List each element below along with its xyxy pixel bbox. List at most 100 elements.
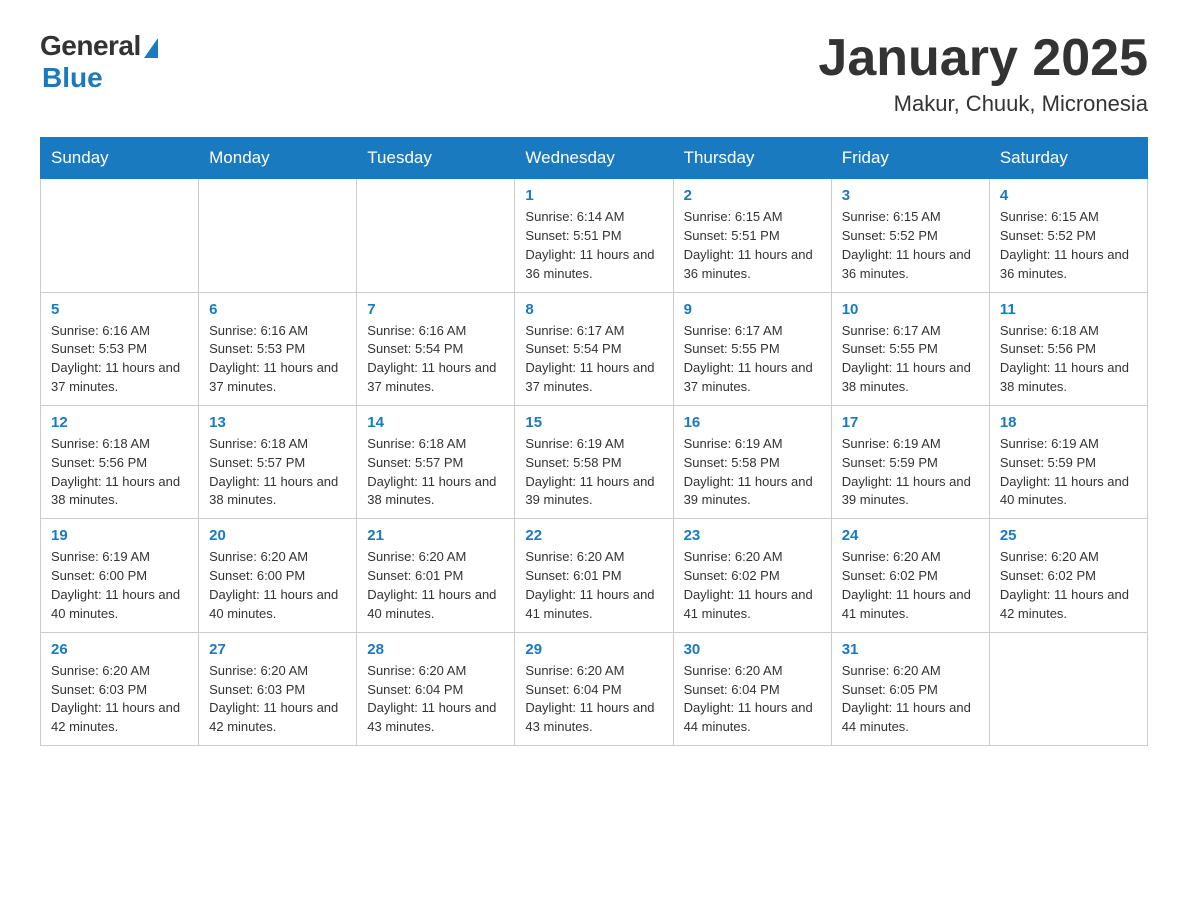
day-info: Sunrise: 6:20 AM Sunset: 6:03 PM Dayligh… [51, 662, 188, 737]
day-info: Sunrise: 6:16 AM Sunset: 5:54 PM Dayligh… [367, 322, 504, 397]
title-section: January 2025 Makur, Chuuk, Micronesia [818, 30, 1148, 117]
day-info: Sunrise: 6:20 AM Sunset: 6:02 PM Dayligh… [684, 548, 821, 623]
calendar-header-wednesday: Wednesday [515, 138, 673, 179]
calendar-cell: 1Sunrise: 6:14 AM Sunset: 5:51 PM Daylig… [515, 179, 673, 292]
day-number: 26 [51, 641, 188, 658]
day-number: 1 [525, 187, 662, 204]
day-number: 14 [367, 414, 504, 431]
calendar-cell: 17Sunrise: 6:19 AM Sunset: 5:59 PM Dayli… [831, 405, 989, 518]
calendar-cell: 16 Sunrise: 6:19 AM Sunset: 5:58 PM Dayli… [673, 405, 831, 518]
day-info: Sunrise: 6:20 AM Sunset: 6:00 PM Dayligh… [209, 548, 346, 623]
day-info: Sunrise: 6:17 AM Sunset: 5:54 PM Dayligh… [525, 322, 662, 397]
calendar-header-sunday: Sunday [41, 138, 199, 179]
day-info: Sunrise: 6:16 AM Sunset: 5:53 PM Dayligh… [51, 322, 188, 397]
day-number: 19 [51, 527, 188, 544]
day-info: Sunrise: 6:20 AM Sunset: 6:04 PM Dayligh… [525, 662, 662, 737]
calendar-cell: 21 Sunrise: 6:20 AM Sunset: 6:01 PM Dayli… [357, 519, 515, 632]
day-info: Sunrise: 6:17 AM Sunset: 5:55 PM Dayligh… [684, 322, 821, 397]
day-info: Sunrise: 6:18 AM Sunset: 5:57 PM Dayligh… [209, 435, 346, 510]
day-info: Sunrise: 6:15 AM Sunset: 5:51 PM Dayligh… [684, 208, 821, 283]
day-info: Sunrise: 6:20 AM Sunset: 6:05 PM Dayligh… [842, 662, 979, 737]
calendar-cell: 6Sunrise: 6:16 AM Sunset: 5:53 PM Daylig… [199, 292, 357, 405]
day-number: 11 [1000, 301, 1137, 318]
day-info: Sunrise: 6:18 AM Sunset: 5:56 PM Dayligh… [1000, 322, 1137, 397]
day-number: 4 [1000, 187, 1137, 204]
logo: General Blue [40, 30, 158, 94]
calendar-week-1: 1Sunrise: 6:14 AM Sunset: 5:51 PM Daylig… [41, 179, 1148, 292]
calendar-cell [357, 179, 515, 292]
logo-general-text: General [40, 30, 141, 62]
calendar-cell [41, 179, 199, 292]
day-info: Sunrise: 6:19 AM Sunset: 5:58 PM Dayligh… [525, 435, 662, 510]
calendar-header-monday: Monday [199, 138, 357, 179]
calendar-cell [199, 179, 357, 292]
calendar-header-saturday: Saturday [989, 138, 1147, 179]
day-info: Sunrise: 6:19 AM Sunset: 5:58 PM Dayligh… [684, 435, 821, 510]
calendar-cell: 24Sunrise: 6:20 AM Sunset: 6:02 PM Dayli… [831, 519, 989, 632]
calendar-cell: 11 Sunrise: 6:18 AM Sunset: 5:56 PM Dayli… [989, 292, 1147, 405]
day-number: 9 [684, 301, 821, 318]
logo-triangle-icon [144, 38, 158, 58]
calendar-table: SundayMondayTuesdayWednesdayThursdayFrid… [40, 137, 1148, 746]
day-number: 13 [209, 414, 346, 431]
calendar-header-tuesday: Tuesday [357, 138, 515, 179]
calendar-cell: 30 Sunrise: 6:20 AM Sunset: 6:04 PM Dayli… [673, 632, 831, 745]
calendar-cell: 7Sunrise: 6:16 AM Sunset: 5:54 PM Daylig… [357, 292, 515, 405]
day-number: 24 [842, 527, 979, 544]
calendar-cell: 13 Sunrise: 6:18 AM Sunset: 5:57 PM Dayli… [199, 405, 357, 518]
day-info: Sunrise: 6:20 AM Sunset: 6:04 PM Dayligh… [684, 662, 821, 737]
calendar-header-thursday: Thursday [673, 138, 831, 179]
day-info: Sunrise: 6:18 AM Sunset: 5:56 PM Dayligh… [51, 435, 188, 510]
day-number: 28 [367, 641, 504, 658]
day-number: 3 [842, 187, 979, 204]
day-info: Sunrise: 6:20 AM Sunset: 6:01 PM Dayligh… [525, 548, 662, 623]
calendar-cell: 15 Sunrise: 6:19 AM Sunset: 5:58 PM Dayli… [515, 405, 673, 518]
calendar-cell: 10 Sunrise: 6:17 AM Sunset: 5:55 PM Dayli… [831, 292, 989, 405]
day-number: 30 [684, 641, 821, 658]
calendar-week-2: 5 Sunrise: 6:16 AM Sunset: 5:53 PM Daylig… [41, 292, 1148, 405]
calendar-cell [989, 632, 1147, 745]
day-number: 10 [842, 301, 979, 318]
calendar-cell: 28 Sunrise: 6:20 AM Sunset: 6:04 PM Dayli… [357, 632, 515, 745]
day-number: 8 [525, 301, 662, 318]
calendar-cell: 22 Sunrise: 6:20 AM Sunset: 6:01 PM Dayli… [515, 519, 673, 632]
day-number: 25 [1000, 527, 1137, 544]
day-number: 16 [684, 414, 821, 431]
calendar-cell: 26 Sunrise: 6:20 AM Sunset: 6:03 PM Dayli… [41, 632, 199, 745]
calendar-cell: 19Sunrise: 6:19 AM Sunset: 6:00 PM Dayli… [41, 519, 199, 632]
day-number: 2 [684, 187, 821, 204]
day-info: Sunrise: 6:19 AM Sunset: 5:59 PM Dayligh… [1000, 435, 1137, 510]
calendar-cell: 23Sunrise: 6:20 AM Sunset: 6:02 PM Dayli… [673, 519, 831, 632]
calendar-cell: 3 Sunrise: 6:15 AM Sunset: 5:52 PM Daylig… [831, 179, 989, 292]
day-number: 5 [51, 301, 188, 318]
day-info: Sunrise: 6:20 AM Sunset: 6:03 PM Dayligh… [209, 662, 346, 737]
calendar-cell: 9 Sunrise: 6:17 AM Sunset: 5:55 PM Daylig… [673, 292, 831, 405]
day-info: Sunrise: 6:18 AM Sunset: 5:57 PM Dayligh… [367, 435, 504, 510]
page-header: General Blue January 2025 Makur, Chuuk, … [40, 30, 1148, 117]
day-number: 17 [842, 414, 979, 431]
calendar-cell: 27 Sunrise: 6:20 AM Sunset: 6:03 PM Dayli… [199, 632, 357, 745]
calendar-header-row: SundayMondayTuesdayWednesdayThursdayFrid… [41, 138, 1148, 179]
day-number: 21 [367, 527, 504, 544]
day-number: 6 [209, 301, 346, 318]
day-number: 22 [525, 527, 662, 544]
calendar-cell: 12Sunrise: 6:18 AM Sunset: 5:56 PM Dayli… [41, 405, 199, 518]
location-title: Makur, Chuuk, Micronesia [818, 91, 1148, 117]
day-info: Sunrise: 6:15 AM Sunset: 5:52 PM Dayligh… [842, 208, 979, 283]
day-info: Sunrise: 6:17 AM Sunset: 5:55 PM Dayligh… [842, 322, 979, 397]
day-number: 27 [209, 641, 346, 658]
day-info: Sunrise: 6:20 AM Sunset: 6:01 PM Dayligh… [367, 548, 504, 623]
calendar-cell: 4Sunrise: 6:15 AM Sunset: 5:52 PM Daylig… [989, 179, 1147, 292]
day-number: 15 [525, 414, 662, 431]
calendar-week-3: 12Sunrise: 6:18 AM Sunset: 5:56 PM Dayli… [41, 405, 1148, 518]
month-title: January 2025 [818, 30, 1148, 87]
day-info: Sunrise: 6:20 AM Sunset: 6:04 PM Dayligh… [367, 662, 504, 737]
calendar-cell: 20 Sunrise: 6:20 AM Sunset: 6:00 PM Dayli… [199, 519, 357, 632]
calendar-week-5: 26 Sunrise: 6:20 AM Sunset: 6:03 PM Dayli… [41, 632, 1148, 745]
calendar-cell: 31Sunrise: 6:20 AM Sunset: 6:05 PM Dayli… [831, 632, 989, 745]
calendar-cell: 18Sunrise: 6:19 AM Sunset: 5:59 PM Dayli… [989, 405, 1147, 518]
calendar-week-4: 19Sunrise: 6:19 AM Sunset: 6:00 PM Dayli… [41, 519, 1148, 632]
calendar-cell: 5 Sunrise: 6:16 AM Sunset: 5:53 PM Daylig… [41, 292, 199, 405]
calendar-cell: 8 Sunrise: 6:17 AM Sunset: 5:54 PM Daylig… [515, 292, 673, 405]
day-number: 20 [209, 527, 346, 544]
